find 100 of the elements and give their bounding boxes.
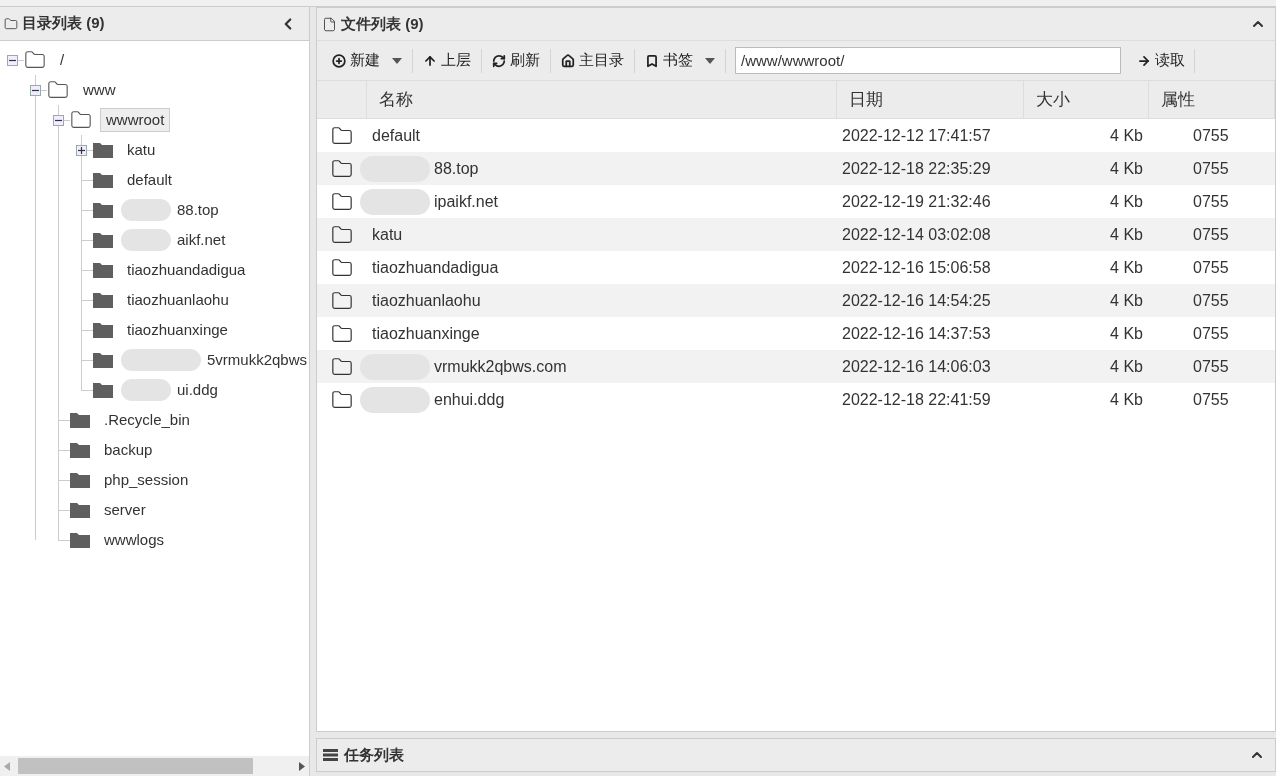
file-name: katu [372,224,403,245]
home-icon [561,53,575,68]
permission-cell-text: 0755 [1192,356,1230,377]
folder-icon [331,157,353,180]
folder-icon [70,442,90,458]
file-row[interactable]: tiaozhuanlaohu 2022-12-16 14:54:25 4 Kb 0755 [317,284,1275,317]
folder-label[interactable]: www [77,78,122,102]
collapse-toggle[interactable] [30,84,41,96]
folder-icon [331,256,353,279]
folder-label[interactable]: / [54,48,71,72]
permission-cell-text: 0755 [1192,191,1230,212]
folder-icon [331,223,353,246]
date-cell-text: 2022-12-12 17:41:57 [841,125,992,146]
column-header[interactable]: 名称 [367,81,837,118]
toolbar-button[interactable]: 刷新 [483,45,549,76]
horizontal-scrollbar[interactable] [0,756,309,776]
column-header[interactable]: 属性 [1149,81,1275,118]
folder-label[interactable]: aikf.net [171,228,232,252]
file-name: ipaikf.net [434,191,499,212]
folder-icon [331,322,353,345]
folder-icon [93,382,113,398]
folder-label[interactable]: tiaozhuandadigua [121,258,252,282]
panel-title: 任务列表 [344,744,404,765]
folder-icon [4,16,18,31]
file-name: 88.top [434,158,479,179]
folder-label[interactable]: katu [121,138,162,162]
date-cell-text: 2022-12-18 22:41:59 [841,389,992,410]
permission-cell-text: 0755 [1192,158,1230,179]
folder-label[interactable]: tiaozhuanxinge [121,318,234,342]
folder-icon [70,472,90,488]
folder-icon [70,532,90,548]
size-cell-text: 4 Kb [1109,356,1144,377]
folder-label[interactable]: wwwlogs [98,528,170,552]
column-header[interactable]: 日期 [837,81,1024,118]
folder-label[interactable]: tiaozhuanlaohu [121,288,235,312]
expand-toggle[interactable] [76,144,87,156]
date-cell-text: 2022-12-19 21:32:46 [841,191,992,212]
folder-icon [93,202,113,218]
list-icon [323,749,338,761]
folder-label[interactable]: backup [98,438,159,462]
size-cell-text: 4 Kb [1109,125,1144,146]
date-cell-text: 2022-12-16 14:54:25 [841,290,992,311]
size-cell-text: 4 Kb [1109,224,1144,245]
folder-label[interactable]: ui.ddg [171,378,224,402]
folder-icon [331,190,353,213]
folder-icon [331,124,353,147]
file-name: default [372,125,421,146]
path-field[interactable]: /www/wwwroot/ [735,47,1121,74]
file-icon [322,16,337,32]
size-cell-text: 4 Kb [1109,158,1144,179]
toolbar-button[interactable]: 上层 [414,45,480,76]
folder-icon [93,352,113,368]
folder-icon [331,289,353,312]
folder-icon [70,502,90,518]
permission-cell-text: 0755 [1192,257,1230,278]
permission-cell-text: 0755 [1192,125,1230,146]
file-name: tiaozhuanlaohu [372,290,481,311]
file-name: tiaozhuanxinge [372,323,480,344]
folder-icon [93,262,113,278]
folder-label[interactable]: server [98,498,152,522]
file-row[interactable]: vrmukk2qbws.com 2022-12-16 14:06:03 4 Kb 0755 [317,350,1275,383]
collapse-toggle[interactable] [7,54,18,66]
panel-title: 文件列表 (9) [341,13,424,34]
folder-icon [331,355,353,378]
read-button[interactable]: 读取 [1129,45,1193,76]
file-row[interactable]: katu 2022-12-14 03:02:08 4 Kb 0755 [317,218,1275,251]
permission-cell-text: 0755 [1192,290,1230,311]
folder-label[interactable]: default [121,168,179,192]
plus-icon [332,53,346,68]
collapse-toggle[interactable] [53,114,64,126]
folder-icon [93,142,113,158]
toolbar-button[interactable]: 新建 [323,45,411,76]
folder-label[interactable]: php_session [98,468,195,492]
date-cell-text: 2022-12-16 15:06:58 [841,257,992,278]
bookmark-icon [645,53,659,68]
size-cell-text: 4 Kb [1109,323,1144,344]
folder-label[interactable]: .Recycle_bin [98,408,196,432]
folder-label[interactable]: 5vrmukk2qbws [201,348,309,372]
plus-icon [78,146,85,154]
column-header[interactable]: 大小 [1024,81,1149,118]
folder-label[interactable]: 88.top [171,198,225,222]
toolbar-button[interactable]: 书签 [636,45,724,76]
size-cell-text: 4 Kb [1109,191,1144,212]
folder-icon [93,172,113,188]
date-cell-text: 2022-12-14 03:02:08 [841,224,992,245]
permission-cell-text: 0755 [1192,389,1230,410]
folder-icon [93,322,113,338]
toolbar-button[interactable]: 主目录 [552,45,633,76]
permission-cell-text: 0755 [1192,224,1230,245]
permission-cell-text: 0755 [1192,323,1230,344]
file-name: enhui.ddg [434,389,505,410]
file-row[interactable]: 88.top 2022-12-18 22:35:29 4 Kb 0755 [317,152,1275,185]
size-cell-text: 4 Kb [1109,290,1144,311]
folder-icon [331,388,353,411]
file-name: vrmukk2qbws.com [434,356,567,377]
folder-icon [47,79,69,101]
folder-label[interactable]: wwwroot [100,108,171,132]
date-cell-text: 2022-12-18 22:35:29 [841,158,992,179]
scroll-right-icon[interactable] [299,761,305,771]
up-arrow-icon [423,53,437,68]
